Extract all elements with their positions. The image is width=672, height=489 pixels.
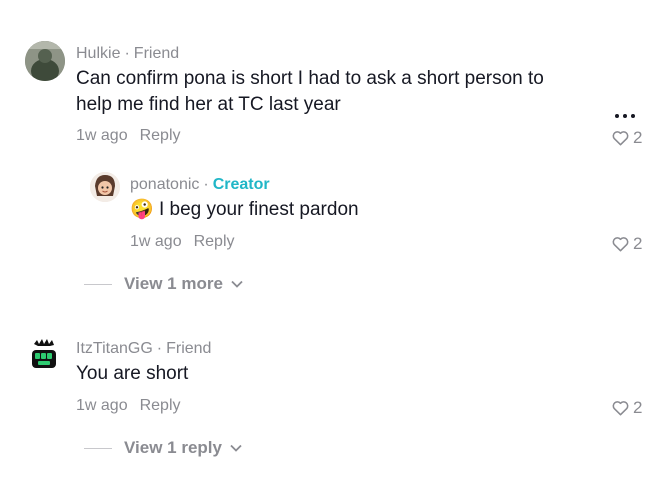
divider-line xyxy=(84,283,112,285)
heart-icon xyxy=(612,131,629,146)
avatar-ponatonic[interactable] xyxy=(90,172,120,202)
chevron-down-icon xyxy=(230,444,242,452)
comment-age: 1w ago xyxy=(76,397,128,414)
comment-text: You are short xyxy=(76,363,189,384)
separator: · xyxy=(124,45,130,62)
like-count: 2 xyxy=(633,128,643,147)
author-name[interactable]: ponatonic xyxy=(130,176,199,193)
avatar-hulkie[interactable] xyxy=(25,41,65,81)
comment-age: 1w ago xyxy=(76,127,128,144)
like-button[interactable]: 2 xyxy=(612,234,642,254)
reply-button[interactable]: Reply xyxy=(194,233,235,250)
reply-age: 1w ago xyxy=(130,233,182,250)
reply-button[interactable]: Reply xyxy=(140,397,181,414)
author-name[interactable]: Hulkie xyxy=(76,45,120,62)
view-replies-button[interactable]: View 1 reply xyxy=(84,438,242,458)
view-more-label: View 1 more xyxy=(124,274,223,293)
like-count: 2 xyxy=(633,234,643,253)
chevron-down-icon xyxy=(231,280,243,288)
creator-badge: Creator xyxy=(212,176,270,193)
avatar-itztitangg[interactable] xyxy=(28,338,60,372)
relation-label: Friend xyxy=(133,45,180,62)
separator: · xyxy=(203,176,209,193)
heart-icon xyxy=(612,237,629,252)
reply-text-body: I beg your finest pardon xyxy=(158,199,359,220)
more-options-icon[interactable] xyxy=(615,114,635,118)
divider-line xyxy=(84,447,112,449)
comment-meta: ItzTitanGG · Friend xyxy=(76,339,211,359)
comment-footer: 1w ago Reply xyxy=(76,396,181,416)
author-name[interactable]: ItzTitanGG xyxy=(76,340,153,357)
relation-label: Friend xyxy=(166,340,212,357)
comment-text: Can confirm pona is short I had to ask a… xyxy=(76,68,544,115)
heart-icon xyxy=(612,401,629,416)
like-button[interactable]: 2 xyxy=(612,398,642,418)
zany-face-emoji: 🤪 xyxy=(130,199,154,220)
separator: · xyxy=(156,340,163,357)
reply-footer: 1w ago Reply xyxy=(130,232,235,252)
like-button[interactable]: 2 xyxy=(612,128,642,148)
comment-footer: 1w ago Reply xyxy=(76,126,181,146)
reply-meta: ponatonic · Creator xyxy=(130,175,270,195)
like-count: 2 xyxy=(633,398,643,417)
comment-meta: Hulkie · Friend xyxy=(76,44,179,64)
view-replies-label: View 1 reply xyxy=(124,438,222,457)
view-more-replies-button[interactable]: View 1 more xyxy=(84,274,243,294)
reply-button[interactable]: Reply xyxy=(140,127,181,144)
reply-text: 🤪 I beg your finest pardon xyxy=(130,197,550,223)
